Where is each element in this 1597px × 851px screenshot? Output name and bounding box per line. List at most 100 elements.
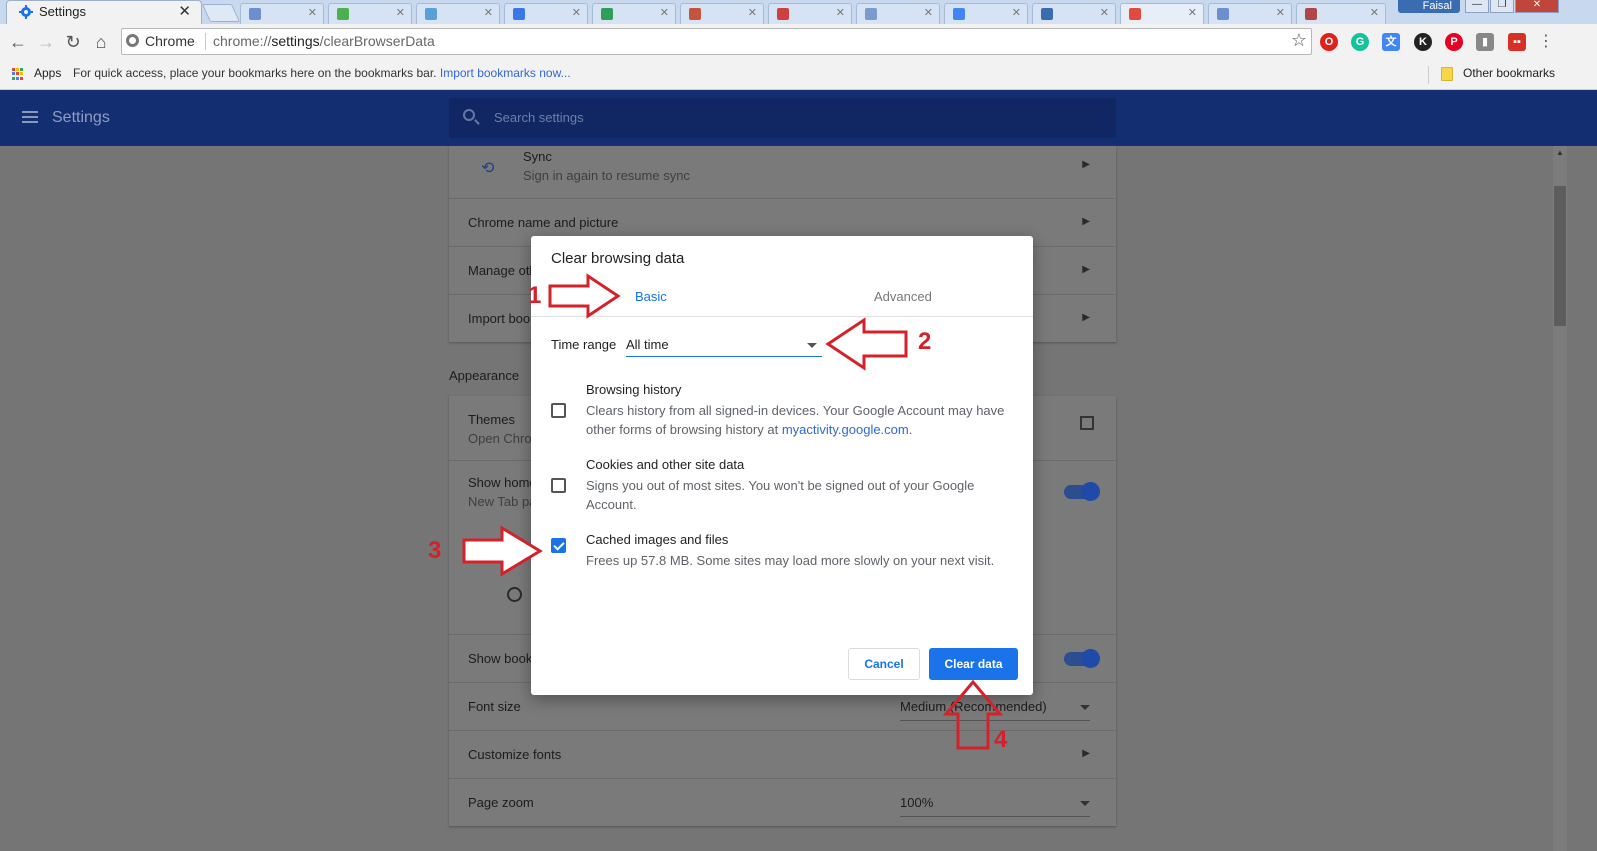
tab-close-icon[interactable]: ✕ — [1276, 6, 1285, 19]
cached-files-option: Cached images and files Frees up 57.8 MB… — [551, 532, 1011, 577]
background-tab[interactable]: ✕ — [1032, 3, 1116, 24]
translate-extension-icon[interactable]: 文 — [1382, 33, 1400, 51]
reload-icon[interactable]: ↻ — [61, 30, 85, 54]
folder-icon — [1441, 67, 1453, 81]
search-icon — [463, 109, 475, 121]
sync-row[interactable]: ⟲ Sync Sign in again to resume sync ▶ — [449, 146, 1116, 198]
row-subtitle: Open Chron — [468, 431, 539, 446]
annotation-arrow-right-icon — [548, 273, 621, 319]
customize-fonts-row[interactable]: Customize fonts ▶ — [449, 730, 1116, 778]
tab-close-icon[interactable]: ✕ — [836, 6, 845, 19]
tab-close-icon[interactable]: ✕ — [484, 6, 493, 19]
tab-strip: Settings ✕ ✕ ✕ ✕ ✕ ✕ ✕ ✕ ✕ ✕ ✕ ✕ ✕ ✕ Fai… — [0, 0, 1597, 24]
annotation-arrow-right-icon — [462, 525, 543, 577]
custom-url-radio[interactable] — [507, 587, 522, 602]
grammarly-extension-icon[interactable]: G — [1351, 33, 1369, 51]
tab-close-icon[interactable]: ✕ — [1012, 6, 1021, 19]
apps-grid-icon[interactable] — [12, 68, 24, 80]
favicon-icon — [601, 8, 613, 20]
tab-close-icon[interactable]: ✕ — [1100, 6, 1109, 19]
background-tab[interactable]: ✕ — [1296, 3, 1386, 24]
search-placeholder: Search settings — [494, 110, 584, 125]
favicon-icon — [337, 8, 349, 20]
annotation-number-1: 1 — [528, 282, 542, 309]
external-link-icon[interactable] — [1080, 416, 1094, 430]
background-tab[interactable]: ✕ — [504, 3, 588, 24]
annotation-number-4: 4 — [994, 726, 1008, 753]
clear-data-button[interactable]: Clear data — [929, 648, 1018, 680]
cached-files-checkbox[interactable] — [551, 538, 566, 553]
chevron-right-icon: ▶ — [1082, 264, 1090, 275]
background-tab[interactable]: ✕ — [768, 3, 852, 24]
chevron-right-icon: ▶ — [1082, 748, 1090, 759]
tab-settings[interactable]: Settings ✕ — [6, 0, 202, 24]
hamburger-menu-icon[interactable] — [22, 111, 38, 123]
tab-close-icon[interactable]: ✕ — [748, 6, 757, 19]
background-tab[interactable]: ✕ — [944, 3, 1028, 24]
annotation-arrow-left-icon — [825, 317, 908, 371]
favicon-icon — [249, 8, 261, 20]
new-tab-button[interactable] — [201, 4, 241, 22]
background-tab[interactable]: ✕ — [592, 3, 676, 24]
k-extension-icon[interactable]: K — [1414, 33, 1432, 51]
section-heading: Appearance — [449, 368, 520, 383]
show-home-toggle[interactable] — [1064, 482, 1100, 501]
background-tab[interactable]: ✕ — [416, 3, 500, 24]
pinterest-extension-icon[interactable]: P — [1445, 33, 1463, 51]
tab-close-icon[interactable]: ✕ — [178, 2, 191, 20]
forward-icon[interactable]: → — [34, 30, 58, 54]
background-tab[interactable]: ✕ — [240, 3, 324, 24]
import-bookmarks-link[interactable]: Import bookmarks now... — [440, 66, 571, 80]
tab-close-icon[interactable]: ✕ — [1188, 6, 1197, 19]
show-bookmarks-toggle[interactable] — [1064, 649, 1100, 668]
other-bookmarks-folder[interactable]: Other bookmarks — [1463, 66, 1555, 80]
time-range-select[interactable]: All time — [626, 333, 822, 357]
bookmark-star-icon[interactable]: ☆ — [1291, 30, 1307, 51]
background-tab[interactable]: ✕ — [328, 3, 412, 24]
tab-close-icon[interactable]: ✕ — [396, 6, 405, 19]
row-label: Show book — [468, 651, 533, 666]
home-icon[interactable]: ⌂ — [89, 30, 113, 54]
settings-header: Settings Search settings — [0, 90, 1597, 146]
apps-link[interactable]: Apps — [34, 66, 61, 80]
background-tab[interactable]: ✕ — [1120, 3, 1204, 24]
bookmarks-hint-text: For quick access, place your bookmarks h… — [73, 66, 437, 80]
minimize-button[interactable]: — — [1465, 0, 1489, 13]
page-zoom-select[interactable]: 100% — [900, 795, 933, 810]
site-chip[interactable]: Chrome — [126, 33, 195, 49]
tab-close-icon[interactable]: ✕ — [1370, 6, 1379, 19]
chevron-right-icon: ▶ — [1082, 159, 1090, 170]
cancel-button[interactable]: Cancel — [848, 648, 920, 680]
row-label: Chrome name and picture — [468, 215, 619, 230]
extension-icon[interactable]: ▮ — [1476, 33, 1494, 51]
cookies-checkbox[interactable] — [551, 478, 566, 493]
tab-close-icon[interactable]: ✕ — [924, 6, 933, 19]
option-description: Signs you out of most sites. You won't b… — [586, 478, 975, 512]
menu-kebab-icon[interactable]: ⋮ — [1534, 30, 1558, 54]
browsing-history-checkbox[interactable] — [551, 403, 566, 418]
extension-icon[interactable]: ▪▪ — [1508, 33, 1526, 51]
background-tab[interactable]: ✕ — [856, 3, 940, 24]
tab-basic[interactable]: Basic — [635, 289, 667, 304]
tab-close-icon[interactable]: ✕ — [308, 6, 317, 19]
opera-extension-icon[interactable]: O — [1320, 33, 1338, 51]
chevron-right-icon: ▶ — [1082, 216, 1090, 227]
favicon-icon — [865, 8, 877, 20]
myactivity-link[interactable]: myactivity.google.com — [782, 422, 909, 437]
url-text[interactable]: chrome://settings/clearBrowserData — [213, 33, 435, 49]
restore-button[interactable]: ❐ — [1490, 0, 1514, 13]
address-bar[interactable]: Chrome chrome://settings/clearBrowserDat… — [121, 28, 1312, 55]
window-close-button[interactable]: ✕ — [1515, 0, 1559, 13]
annotation-number-2: 2 — [918, 328, 932, 355]
search-input[interactable]: Search settings — [449, 98, 1116, 138]
back-icon[interactable]: ← — [6, 30, 30, 54]
scrollbar-thumb[interactable] — [1554, 186, 1566, 326]
background-tab[interactable]: ✕ — [680, 3, 764, 24]
chevron-down-icon — [1080, 705, 1090, 710]
tab-advanced[interactable]: Advanced — [874, 289, 932, 304]
tab-close-icon[interactable]: ✕ — [660, 6, 669, 19]
profile-button[interactable]: Faisal — [1398, 0, 1460, 13]
background-tab[interactable]: ✕ — [1208, 3, 1292, 24]
tab-close-icon[interactable]: ✕ — [572, 6, 581, 19]
scroll-up-icon[interactable]: ▲ — [1556, 148, 1564, 157]
